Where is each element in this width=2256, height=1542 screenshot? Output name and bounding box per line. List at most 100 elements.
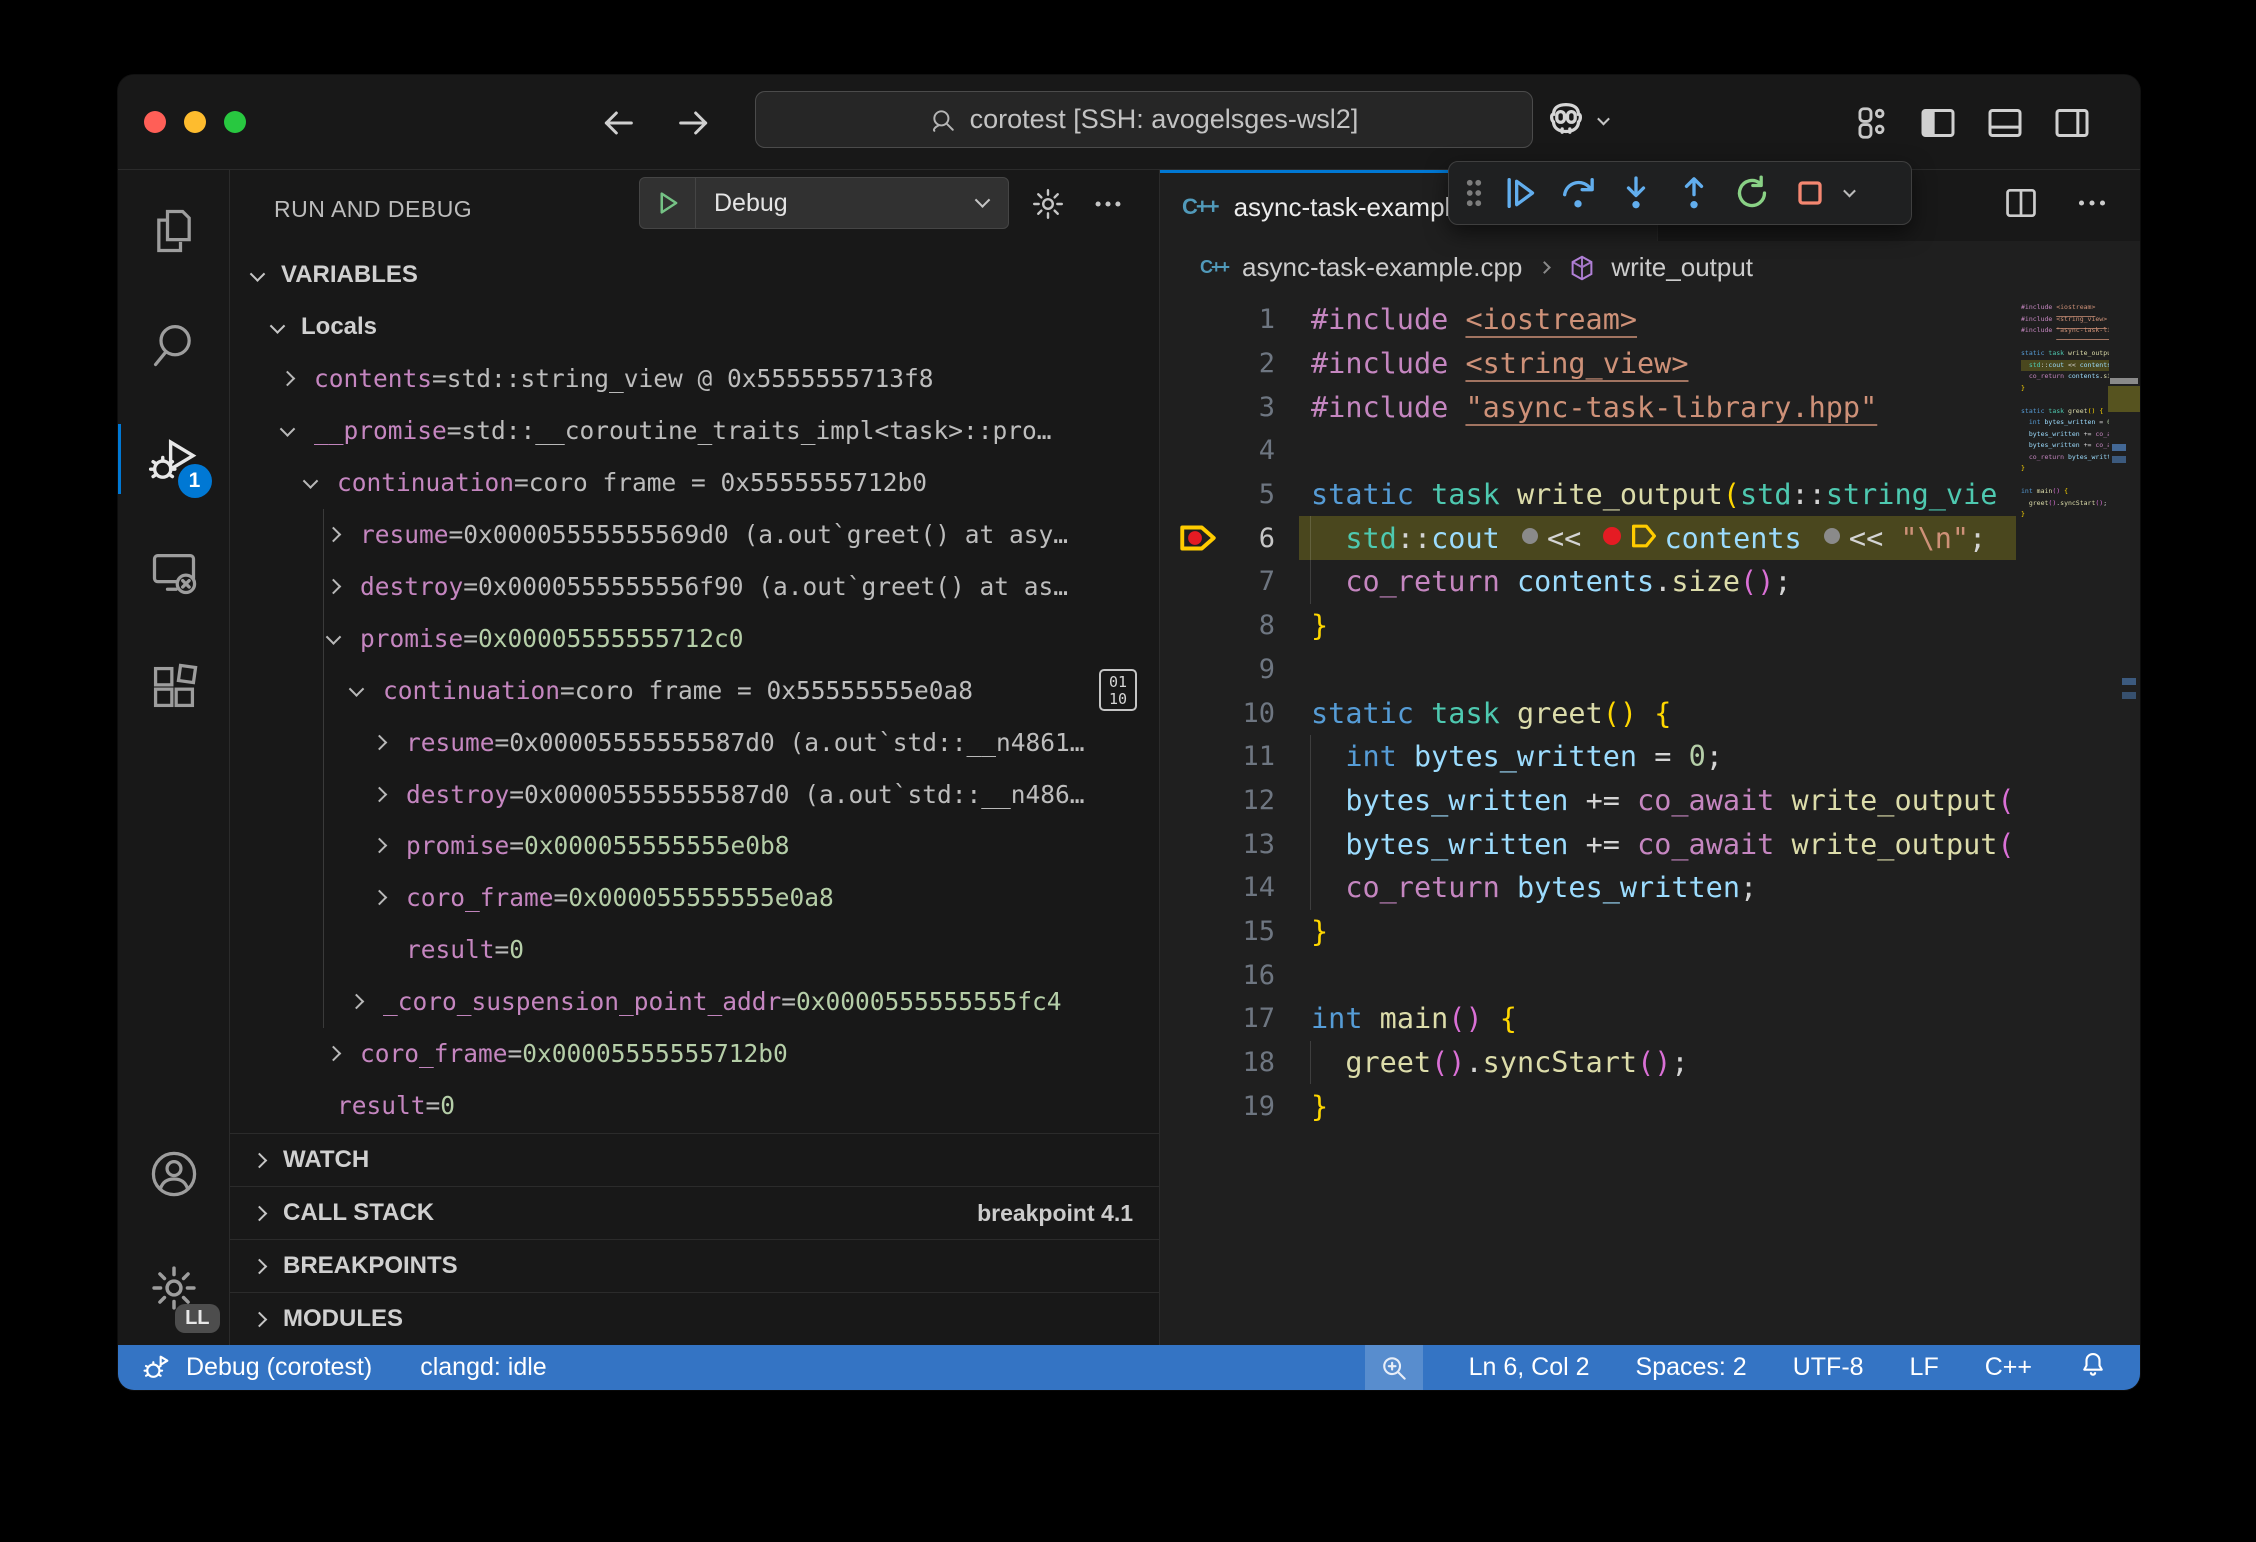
twistie-icon[interactable] bbox=[343, 996, 369, 1007]
split-editor-icon bbox=[2002, 184, 2040, 222]
status-debug-session[interactable]: Debug (corotest) bbox=[118, 1352, 372, 1384]
command-center-search[interactable]: corotest [SSH: avogelsges-wsl2] bbox=[755, 91, 1533, 148]
sidebar-item-explorer[interactable] bbox=[118, 174, 230, 288]
locals-scope-header[interactable]: Locals bbox=[230, 301, 1159, 353]
variable-row[interactable]: coro_frame = 0x000055555555e0a8 bbox=[230, 872, 1159, 924]
launch-configuration-picker[interactable]: Debug bbox=[639, 177, 1009, 229]
status-cursor-position[interactable]: Ln 6, Col 2 bbox=[1469, 1353, 1590, 1382]
variable-name: result bbox=[337, 1091, 426, 1120]
variable-name: __promise bbox=[314, 416, 447, 445]
modules-section-header[interactable]: MODULES bbox=[230, 1292, 1159, 1345]
customize-layout-button[interactable] bbox=[1851, 101, 1891, 145]
watch-section-header[interactable]: WATCH bbox=[230, 1133, 1159, 1186]
inline-breakpoint-candidate-icon[interactable] bbox=[1824, 528, 1840, 544]
search-icon bbox=[148, 319, 200, 371]
maximize-window-button[interactable] bbox=[224, 111, 246, 133]
breakpoints-section-header[interactable]: BREAKPOINTS bbox=[230, 1239, 1159, 1292]
twistie-icon[interactable] bbox=[297, 477, 323, 488]
toggle-panel-button[interactable] bbox=[1985, 101, 2025, 145]
notifications-button[interactable] bbox=[2078, 1349, 2108, 1386]
code-text: co_return bytes_written; bbox=[1311, 871, 1757, 904]
status-screencast-zoom[interactable] bbox=[1365, 1345, 1423, 1390]
twistie-icon[interactable] bbox=[320, 1048, 346, 1059]
code-text: bytes_written += co_await write_output( bbox=[1311, 784, 2015, 817]
step-out-button[interactable] bbox=[1667, 166, 1721, 220]
twistie-icon[interactable] bbox=[274, 425, 300, 436]
twistie-icon[interactable] bbox=[366, 789, 392, 800]
debug-session-chevron[interactable] bbox=[1841, 184, 1854, 202]
variable-name: continuation bbox=[383, 676, 560, 705]
inline-breakpoint-candidate-icon[interactable] bbox=[1522, 528, 1538, 544]
status-clangd[interactable]: clangd: idle bbox=[420, 1353, 546, 1382]
variable-row[interactable]: contents = std::string_view @ 0x55555557… bbox=[230, 353, 1159, 405]
variable-value: 0x0000555555555fc4 bbox=[796, 987, 1062, 1016]
close-window-button[interactable] bbox=[144, 111, 166, 133]
tree-indent-guide bbox=[323, 509, 324, 1028]
variable-row[interactable]: result = 0 bbox=[230, 1079, 1159, 1131]
twistie-icon[interactable] bbox=[366, 737, 392, 748]
debug-settings-button[interactable] bbox=[1026, 182, 1070, 226]
stop-button[interactable] bbox=[1783, 166, 1837, 220]
sidebar-item-search[interactable] bbox=[118, 288, 230, 402]
variable-row[interactable]: _coro_suspension_point_addr = 0x00005555… bbox=[230, 976, 1159, 1028]
back-button[interactable] bbox=[598, 101, 638, 145]
toggle-primary-sidebar-button[interactable] bbox=[1918, 101, 1958, 145]
variables-section-header[interactable]: VARIABLES bbox=[230, 249, 1159, 301]
call-stack-section-header[interactable]: CALL STACK breakpoint 4.1 bbox=[230, 1186, 1159, 1239]
twistie-icon[interactable] bbox=[366, 892, 392, 903]
variable-row[interactable]: resume = 0x00005555555587d0 (a.out`std::… bbox=[230, 716, 1159, 768]
variable-row[interactable]: destroy = 0x0000555555556f90 (a.out`gree… bbox=[230, 561, 1159, 613]
status-encoding[interactable]: UTF-8 bbox=[1793, 1353, 1864, 1382]
breakpoint-gutter[interactable] bbox=[1160, 518, 1235, 558]
view-binary-data-icon[interactable]: 0110 bbox=[1099, 669, 1137, 711]
twistie-icon[interactable] bbox=[274, 373, 300, 384]
forward-button[interactable] bbox=[674, 101, 714, 145]
variable-row[interactable]: destroy = 0x00005555555587d0 (a.out`std:… bbox=[230, 768, 1159, 820]
sidebar-item-run-and-debug[interactable]: 1 bbox=[118, 402, 230, 516]
editor-more-actions-button[interactable] bbox=[2074, 185, 2110, 226]
step-over-button[interactable] bbox=[1551, 166, 1605, 220]
toggle-secondary-sidebar-button[interactable] bbox=[2052, 101, 2092, 145]
code-line: 4 bbox=[1160, 429, 2016, 473]
accounts-button[interactable] bbox=[118, 1117, 230, 1231]
minimap-line: static task write_output(std::string_vie bbox=[2021, 348, 2109, 360]
minimap[interactable]: #include <iostream>#include <string_view… bbox=[2016, 294, 2140, 1345]
ellipsis-icon bbox=[1091, 187, 1125, 221]
status-eol[interactable]: LF bbox=[1910, 1353, 1939, 1382]
twistie-icon[interactable] bbox=[366, 840, 392, 851]
variable-row[interactable]: promise = 0x000055555555e0b8 bbox=[230, 820, 1159, 872]
settings-button[interactable]: LL bbox=[118, 1231, 230, 1345]
sidebar-item-remote-explorer[interactable] bbox=[118, 516, 230, 630]
status-language[interactable]: C++ bbox=[1985, 1353, 2032, 1382]
variable-row[interactable]: result = 0 bbox=[230, 924, 1159, 976]
layout-sidebar-right-icon bbox=[2052, 102, 2092, 144]
activity-bar: 1 LL bbox=[118, 170, 230, 1345]
variable-name: result bbox=[406, 935, 495, 964]
status-indentation[interactable]: Spaces: 2 bbox=[1636, 1353, 1747, 1382]
indent-guide bbox=[1310, 1041, 1311, 1085]
continue-button[interactable] bbox=[1493, 166, 1547, 220]
split-editor-button[interactable] bbox=[2002, 184, 2040, 227]
variable-equals: = bbox=[509, 780, 524, 809]
twistie-icon[interactable] bbox=[343, 685, 369, 696]
debug-count-badge: 1 bbox=[178, 464, 212, 498]
more-actions-button[interactable] bbox=[1086, 182, 1130, 226]
code-editor[interactable]: 1#include <iostream>2#include <string_vi… bbox=[1160, 294, 2140, 1345]
variable-row[interactable]: continuation = coro frame = 0x5555555712… bbox=[230, 457, 1159, 509]
variable-row[interactable]: resume = 0x00005555555569d0 (a.out`greet… bbox=[230, 509, 1159, 561]
step-into-button[interactable] bbox=[1609, 166, 1663, 220]
minimap-line: greet().syncStart(); bbox=[2021, 498, 2109, 510]
breadcrumb-symbol[interactable]: write_output bbox=[1611, 252, 1753, 283]
variable-row[interactable]: coro_frame = 0x00005555555712b0 bbox=[230, 1028, 1159, 1080]
inline-breakpoint-icon[interactable] bbox=[1603, 527, 1621, 545]
sidebar-item-extensions[interactable] bbox=[118, 630, 230, 744]
minimize-window-button[interactable] bbox=[184, 111, 206, 133]
variable-row[interactable]: __promise = std::__coroutine_traits_impl… bbox=[230, 405, 1159, 457]
breadcrumb-file[interactable]: async-task-example.cpp bbox=[1242, 252, 1522, 283]
toolbar-drag-handle[interactable] bbox=[1459, 166, 1489, 220]
copilot-menu-button[interactable] bbox=[1543, 97, 1608, 143]
variable-row[interactable]: promise = 0x00005555555712c0 bbox=[230, 612, 1159, 664]
start-debug-button[interactable] bbox=[640, 178, 696, 228]
restart-button[interactable] bbox=[1725, 166, 1779, 220]
variable-row[interactable]: continuation = coro frame = 0x55555555e0… bbox=[230, 664, 1159, 716]
